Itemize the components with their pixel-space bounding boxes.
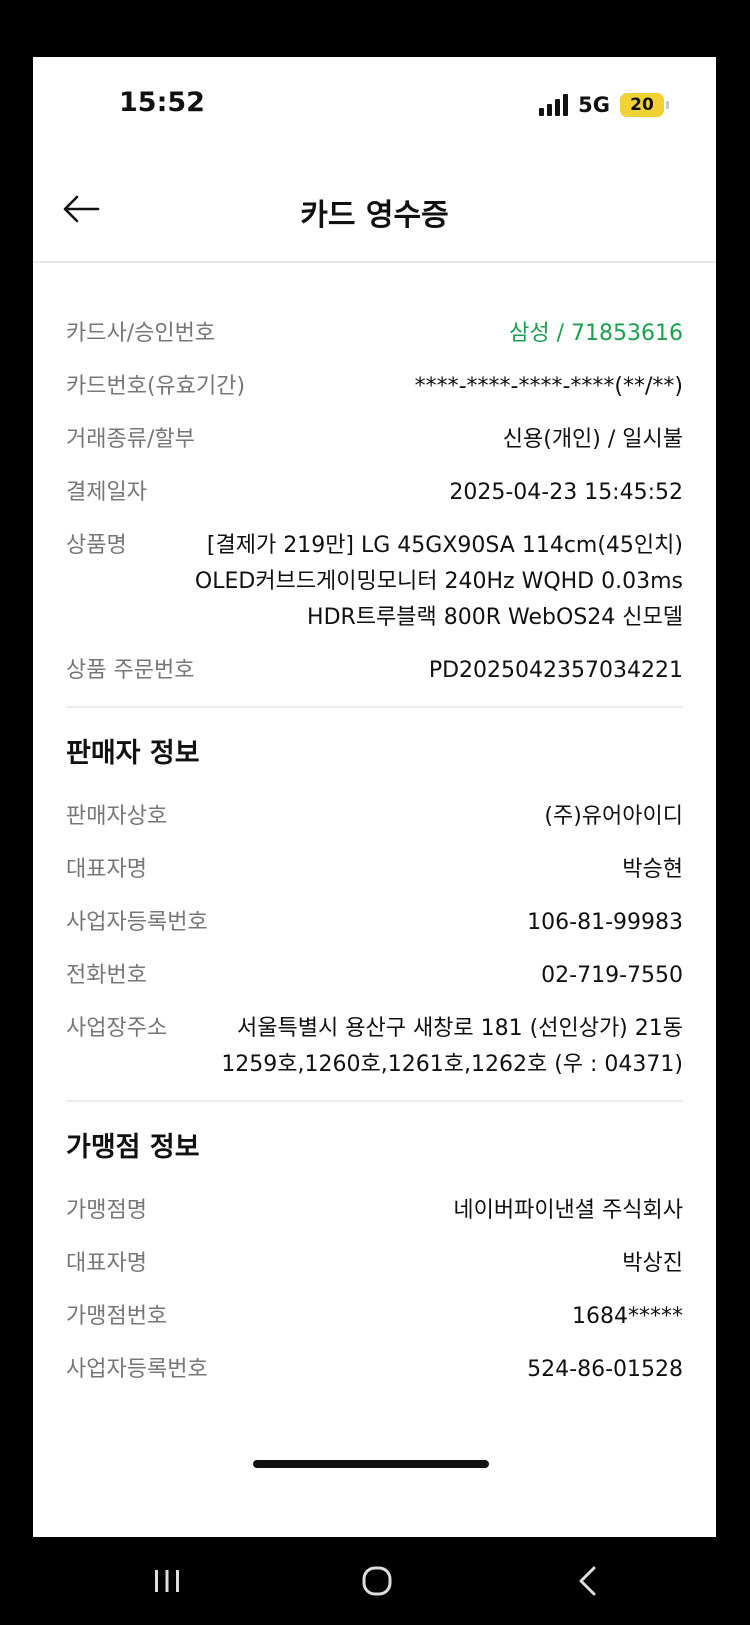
seller-phone-value: 02-719-7550 — [541, 963, 683, 988]
merchant-representative-value: 박상진 — [622, 1251, 683, 1276]
row-seller-company: 판매자상호 (주)유어아이디 — [66, 799, 683, 835]
seller-company-label: 판매자상호 — [66, 804, 168, 829]
home-button[interactable] — [347, 1555, 407, 1607]
merchant-name-value: 네이버파이낸셜 주식회사 — [453, 1198, 683, 1223]
home-icon — [362, 1566, 392, 1596]
merchant-name-label: 가맹점명 — [66, 1198, 147, 1223]
seller-business-number-label: 사업자등록번호 — [66, 910, 208, 935]
seller-address-value: 서울특별시 용산구 새창로 181 (선인상가) 21동 1259호,1260호… — [221, 1016, 683, 1077]
divider — [66, 706, 683, 708]
merchant-number-value: 1684***** — [572, 1304, 683, 1329]
merchant-business-number-label: 사업자등록번호 — [66, 1357, 208, 1382]
chevron-left-icon — [579, 1566, 596, 1596]
app-header: 카드 영수증 — [33, 157, 716, 263]
row-card-number: 카드번호(유효기간) ****-****-****-****(**/**) — [66, 369, 683, 405]
phone-screen: 15:52 5G 20 카드 영수증 카드사/승인번호 삼성 / 7185361… — [33, 57, 716, 1537]
payment-date-value: 2025-04-23 15:45:52 — [449, 480, 683, 505]
order-number-value: PD2025042357034221 — [428, 658, 683, 683]
seller-address-label: 사업장주소 — [66, 1016, 168, 1041]
receipt-content: 카드사/승인번호 삼성 / 71853616 카드번호(유효기간) ****-*… — [66, 263, 683, 1405]
row-seller-representative: 대표자명 박승현 — [66, 852, 683, 888]
row-card-approval: 카드사/승인번호 삼성 / 71853616 — [66, 316, 683, 352]
merchant-number-label: 가맹점번호 — [66, 1304, 168, 1329]
seller-business-number-value: 106-81-99983 — [527, 910, 683, 935]
row-merchant-name: 가맹점명 네이버파이낸셜 주식회사 — [66, 1193, 683, 1229]
battery-icon: 20 — [620, 93, 669, 117]
transaction-type-label: 거래종류/할부 — [66, 427, 195, 452]
merchant-section-title: 가맹점 정보 — [66, 1132, 200, 1163]
signal-icon — [539, 94, 569, 116]
row-seller-phone: 전화번호 02-719-7550 — [66, 958, 683, 994]
row-payment-date: 결제일자 2025-04-23 15:45:52 — [66, 475, 683, 511]
seller-company-value: (주)유어아이디 — [544, 804, 683, 829]
transaction-type-value: 신용(개인) / 일시불 — [502, 427, 683, 452]
seller-phone-label: 전화번호 — [66, 963, 147, 988]
row-product-name: 상품명 [결제가 219만] LG 45GX90SA 114cm(45인치) O… — [66, 528, 683, 636]
status-right-group: 5G 20 — [539, 93, 669, 117]
recent-apps-button[interactable] — [137, 1555, 197, 1607]
status-bar: 15:52 5G 20 — [33, 57, 716, 157]
row-merchant-number: 가맹점번호 1684***** — [66, 1299, 683, 1335]
merchant-business-number-value: 524-86-01528 — [527, 1357, 683, 1382]
recent-apps-icon — [155, 1570, 179, 1592]
order-number-label: 상품 주문번호 — [66, 658, 195, 683]
battery-level: 20 — [630, 95, 654, 115]
network-type: 5G — [578, 93, 610, 117]
product-name-value: [결제가 219만] LG 45GX90SA 114cm(45인치) OLED커… — [194, 533, 683, 630]
row-merchant-business-number: 사업자등록번호 524-86-01528 — [66, 1352, 683, 1388]
back-nav-button[interactable] — [558, 1555, 618, 1607]
row-transaction-type: 거래종류/할부 신용(개인) / 일시불 — [66, 422, 683, 458]
status-time: 15:52 — [119, 87, 205, 118]
home-indicator[interactable] — [253, 1460, 489, 1468]
merchant-representative-label: 대표자명 — [66, 1251, 147, 1276]
card-approval-value: 삼성 / 71853616 — [509, 321, 683, 346]
payment-date-label: 결제일자 — [66, 480, 147, 505]
seller-representative-value: 박승현 — [622, 857, 683, 882]
product-name-label: 상품명 — [66, 533, 127, 558]
divider — [66, 1100, 683, 1102]
card-approval-label: 카드사/승인번호 — [66, 321, 216, 346]
row-order-number: 상품 주문번호 PD2025042357034221 — [66, 653, 683, 689]
seller-representative-label: 대표자명 — [66, 857, 147, 882]
card-number-value: ****-****-****-****(**/**) — [414, 374, 683, 399]
system-nav-bar — [0, 1537, 750, 1625]
row-merchant-representative: 대표자명 박상진 — [66, 1246, 683, 1282]
row-seller-business-number: 사업자등록번호 106-81-99983 — [66, 905, 683, 941]
card-number-label: 카드번호(유효기간) — [66, 374, 246, 399]
page-title: 카드 영수증 — [300, 198, 449, 233]
seller-section-title: 판매자 정보 — [66, 738, 200, 769]
row-seller-address: 사업장주소 서울특별시 용산구 새창로 181 (선인상가) 21동 1259호… — [66, 1011, 683, 1083]
